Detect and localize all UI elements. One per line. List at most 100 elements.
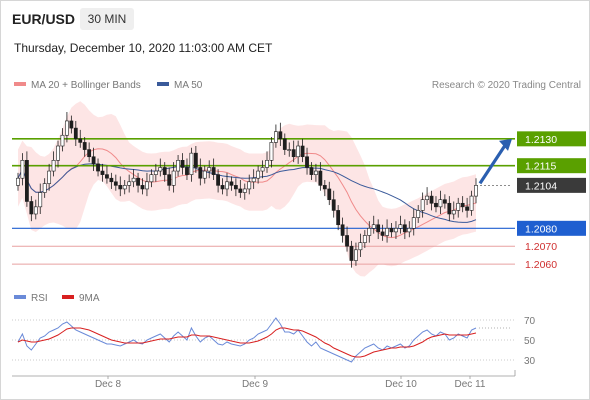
candle-body: [282, 138, 287, 150]
candle-body: [469, 195, 474, 211]
rsi-line: [17, 317, 477, 363]
candle-body: [429, 195, 434, 204]
candle-body: [242, 188, 247, 193]
candle-body: [300, 145, 305, 158]
candle-body: [65, 120, 69, 136]
candle-body: [265, 160, 269, 168]
x-tick-label: Dec 8: [95, 379, 122, 390]
candle-body: [220, 185, 225, 190]
candle-body: [309, 167, 314, 175]
candle-body: [305, 156, 309, 168]
level-tag-0: 1.2130: [525, 134, 557, 146]
candle-body: [87, 149, 92, 158]
level-tag-4: 1.2070: [525, 241, 557, 253]
candle-body: [73, 127, 78, 140]
candle-body: [340, 224, 345, 236]
candle-body: [82, 142, 87, 150]
candle-body: [167, 174, 172, 186]
candle-body: [376, 224, 381, 233]
candle-body: [211, 167, 216, 175]
candle-body: [434, 202, 438, 208]
candle-body: [331, 199, 336, 211]
candle-body: [420, 199, 425, 211]
level-tag-5: 1.2060: [525, 259, 557, 271]
x-tick-label: Dec 9: [242, 379, 269, 390]
rsi-tick-label: 70: [524, 316, 536, 327]
candle-body: [380, 231, 385, 236]
candle-body: [296, 145, 301, 158]
candle-body: [20, 160, 25, 179]
candle-body: [113, 181, 118, 186]
candle-body: [247, 181, 252, 190]
candle-body: [149, 174, 154, 183]
candle-body: [51, 160, 56, 172]
candle-body: [109, 177, 114, 183]
candle-body: [189, 152, 194, 175]
candle-body: [465, 206, 470, 211]
bollinger-band: [18, 101, 476, 277]
ma9-line: [17, 327, 477, 358]
candle-body: [33, 206, 38, 215]
candle-body: [438, 199, 443, 208]
candle-body: [256, 170, 261, 179]
level-tag-2: 1.2104: [525, 180, 557, 192]
candle-body: [56, 145, 60, 161]
candle-body: [91, 156, 96, 165]
candle-body: [180, 160, 185, 168]
candle-body: [158, 167, 163, 172]
candle-body: [136, 177, 140, 186]
candle-body: [229, 181, 234, 186]
candle-body: [96, 163, 100, 172]
candle-body: [153, 170, 158, 175]
candle-body: [198, 167, 203, 179]
forecast-arrow-shaft: [478, 142, 508, 185]
candle-body: [451, 210, 456, 215]
candle-body: [398, 224, 403, 229]
candle-body: [358, 242, 363, 251]
candle-body: [407, 228, 412, 233]
candle-body: [69, 120, 74, 129]
candle-body: [367, 228, 372, 236]
candle-body: [127, 181, 132, 186]
candle-body: [145, 181, 149, 190]
candle-body: [460, 202, 465, 208]
rsi-tick-label: 30: [524, 356, 536, 367]
rsi-tick-label: 50: [524, 336, 536, 347]
candle-body: [100, 170, 105, 175]
x-tick-label: Dec 10: [385, 379, 417, 390]
candle-body: [416, 210, 421, 218]
candle-body: [42, 183, 47, 193]
candle-body: [251, 177, 256, 183]
level-tag-1: 1.2115: [525, 161, 556, 173]
candle-body: [318, 170, 323, 186]
candle-body: [38, 192, 43, 208]
candle-body: [260, 167, 265, 172]
price-chart: 1.2130 1.2115 1.2104 1.2080 1.2070 1.2060 70 50…: [12, 101, 586, 390]
candle-body: [207, 167, 212, 172]
candle-body: [474, 185, 478, 197]
candle-body: [216, 174, 220, 186]
candle-body: [225, 181, 229, 190]
candle-body: [131, 177, 136, 183]
candle-body: [29, 201, 34, 215]
x-tick-label: Dec 11: [455, 379, 486, 390]
candle-body: [322, 185, 327, 190]
candle-body: [202, 170, 207, 179]
candle-body: [349, 245, 354, 261]
candle-body: [122, 185, 127, 190]
level-tag-3: 1.2080: [525, 223, 557, 235]
candle-body: [140, 185, 145, 190]
candle-body: [362, 235, 367, 243]
candle-body: [185, 167, 189, 175]
candle-body: [442, 199, 447, 204]
candle-body: [389, 228, 394, 233]
candle-body: [118, 185, 123, 190]
candle-body: [371, 224, 376, 229]
candle-body: [425, 195, 429, 200]
candle-body: [411, 217, 416, 229]
candle-body: [394, 228, 398, 233]
candle-body: [354, 249, 358, 261]
candle-body: [345, 235, 349, 247]
candle-body: [16, 177, 20, 186]
candle-body: [336, 210, 341, 226]
